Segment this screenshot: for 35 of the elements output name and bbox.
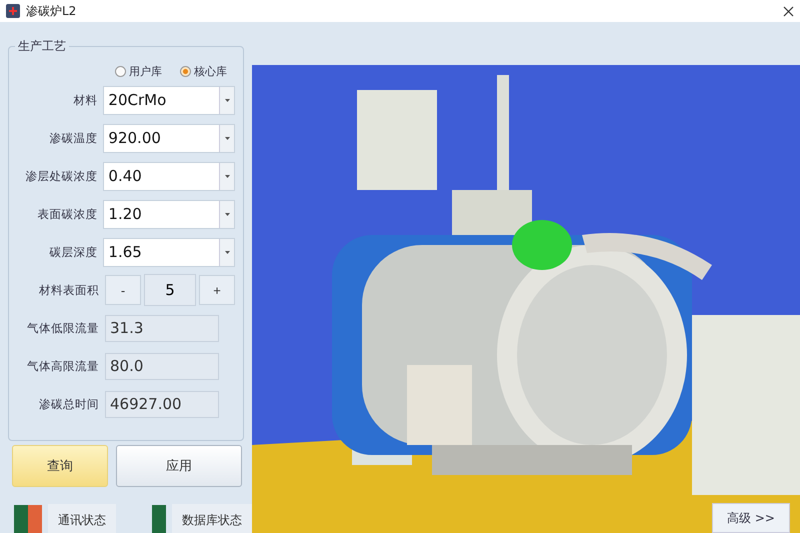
dropdown-field[interactable]: 1.65 <box>103 238 235 266</box>
field-label: 材料表面积 <box>38 282 99 298</box>
caret-icon <box>224 136 230 140</box>
field-label: 渗碳总时间 <box>38 396 99 412</box>
caret-icon <box>224 98 230 102</box>
readonly-field: 80.0 <box>105 352 219 380</box>
dropdown-field[interactable]: 920.00 <box>103 124 235 152</box>
caret-icon <box>224 174 230 178</box>
readonly-field: 31.3 <box>105 314 219 342</box>
status-label: 数据库状态 <box>172 504 252 533</box>
field-label: 碳层深度 <box>48 244 98 260</box>
stepper-value[interactable]: 5 <box>144 274 196 306</box>
dropdown-field[interactable]: 20CrMo <box>103 86 235 114</box>
window-title: 渗碳炉L2 <box>26 2 76 20</box>
status-label: 通讯状态 <box>48 504 116 533</box>
advanced-button[interactable]: 高级 >> <box>712 503 790 533</box>
field-label: 表面碳浓度 <box>36 206 98 222</box>
close-icon[interactable] <box>783 6 794 16</box>
action-button[interactable]: 查询 <box>12 445 108 487</box>
app-icon <box>6 4 20 18</box>
field-label: 气体低限流量 <box>26 320 99 336</box>
radio-option[interactable]: 用户库 <box>115 64 162 78</box>
field-label: 渗层处碳浓度 <box>24 168 98 184</box>
caret-icon <box>224 212 230 216</box>
caret-icon <box>224 250 230 254</box>
field-label: 渗碳温度 <box>48 130 98 146</box>
field-label: 材料 <box>72 92 98 108</box>
radio-option[interactable]: 核心库 <box>180 64 227 78</box>
dropdown-field[interactable]: 0.40 <box>103 162 235 190</box>
decrement-button[interactable]: - <box>105 275 141 305</box>
action-button[interactable]: 应用 <box>116 445 242 487</box>
increment-button[interactable]: + <box>199 275 235 305</box>
field-label: 气体高限流量 <box>26 358 99 374</box>
readonly-field: 46927.00 <box>105 390 219 418</box>
dropdown-field[interactable]: 1.20 <box>103 200 235 228</box>
